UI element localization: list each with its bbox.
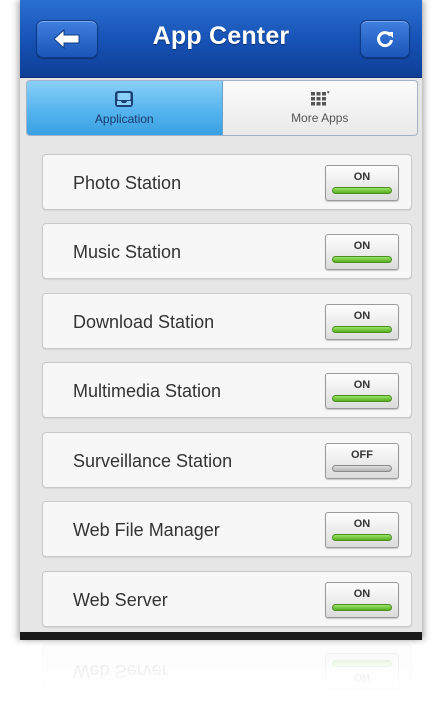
toggle-state: OFF — [351, 449, 373, 461]
toggle-indicator — [332, 256, 392, 263]
toggle-indicator — [332, 395, 392, 402]
app-name: Surveillance Station — [73, 451, 233, 471]
segmented-tabs: Application More Apps — [26, 80, 418, 136]
list-item: Music Station ON — [42, 223, 412, 279]
tab-more-apps[interactable]: More Apps — [222, 81, 417, 135]
toggle-switch[interactable]: ON — [325, 582, 399, 618]
toggle-switch[interactable]: OFF — [325, 443, 399, 479]
toggle-state: ON — [353, 240, 371, 252]
bottom-edge — [20, 632, 422, 640]
tab-more-apps-label: More Apps — [291, 111, 349, 125]
toggle-switch[interactable]: ON — [325, 165, 399, 201]
app-name: Photo Station — [73, 173, 182, 193]
toggle-state: ON — [353, 310, 371, 322]
list-item: Photo Station ON — [42, 154, 412, 210]
app-name: Web File Manager — [73, 520, 220, 540]
tab-application-label: Application — [94, 112, 154, 126]
toggle-switch[interactable]: ON — [325, 234, 399, 270]
toggle-switch[interactable]: ON — [325, 373, 399, 409]
toggle-state: ON — [353, 379, 371, 391]
app-center-screen: App Center Application More Apps Photo S… — [20, 0, 422, 640]
toggle-indicator — [332, 465, 392, 472]
toggle-switch[interactable]: ON — [325, 304, 399, 340]
grid-icon — [310, 91, 330, 106]
app-name: Web Server — [73, 590, 168, 610]
toggle-switch[interactable]: ON — [325, 512, 399, 548]
toggle-indicator — [332, 326, 392, 333]
toggle-state: ON — [353, 171, 371, 183]
refresh-icon — [377, 31, 393, 48]
reflection-fade — [20, 640, 422, 703]
toggle-state: ON — [353, 588, 371, 600]
toggle-indicator — [332, 187, 392, 194]
list-item: Surveillance Station OFF — [42, 432, 412, 488]
list-item: Web File Manager ON — [42, 501, 412, 557]
app-name: Multimedia Station — [73, 381, 222, 401]
list-item: Web Server ON — [42, 571, 412, 627]
app-name: Music Station — [73, 242, 182, 262]
toggle-indicator — [332, 604, 392, 611]
list-item: Download Station ON — [42, 293, 412, 349]
refresh-button[interactable] — [360, 20, 410, 58]
app-name: Download Station — [73, 312, 215, 332]
header-bar: App Center — [20, 0, 422, 78]
tab-application[interactable]: Application — [27, 81, 223, 135]
toggle-indicator — [332, 534, 392, 541]
toggle-state: ON — [353, 518, 371, 530]
inbox-icon — [115, 91, 134, 107]
list-item: Multimedia Station ON — [42, 362, 412, 418]
